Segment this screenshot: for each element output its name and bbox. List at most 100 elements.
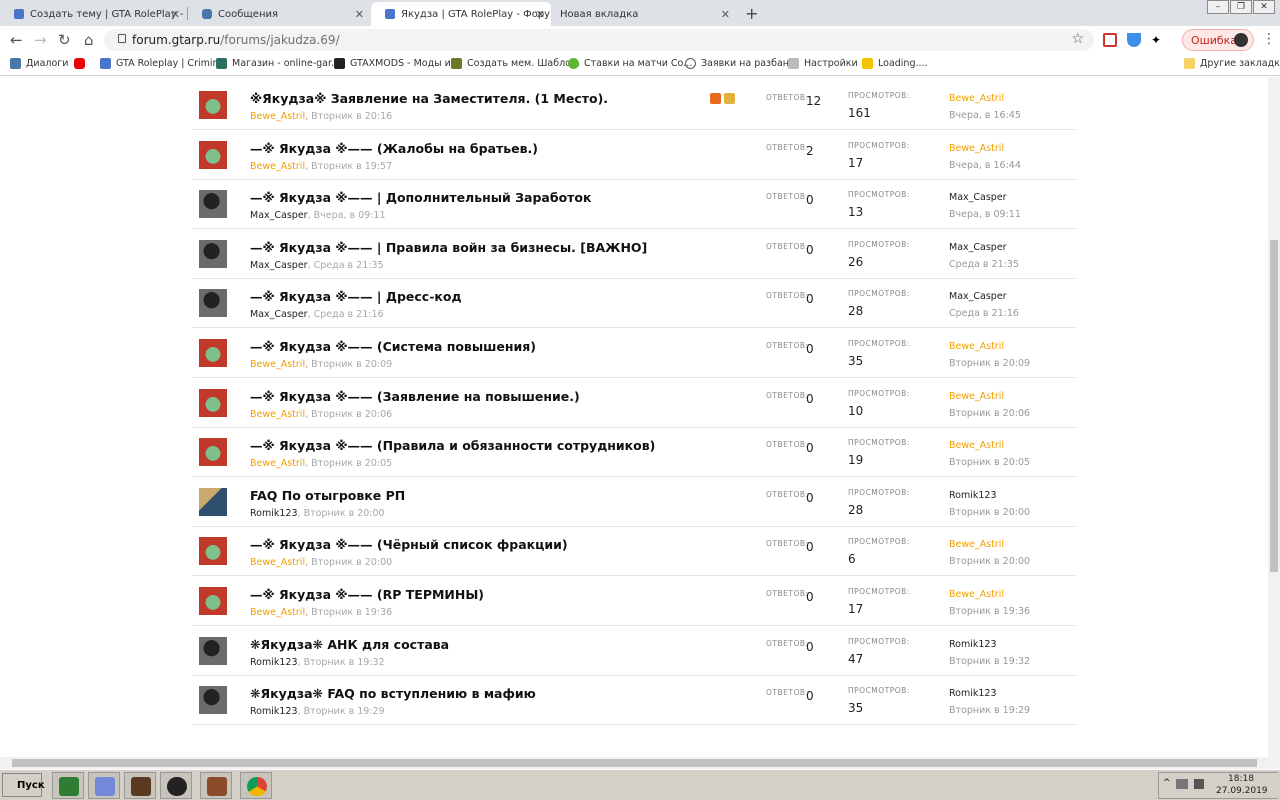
thread-author-link[interactable]: Bewe_Astril: [250, 458, 305, 469]
back-arrow-icon[interactable]: ←: [10, 31, 23, 49]
last-post-date-link[interactable]: Вторник в 20:00: [949, 507, 1030, 518]
thread-title-link[interactable]: ❋Якудза❋ FAQ по вступлению в мафию: [250, 686, 536, 701]
author-avatar[interactable]: [199, 289, 227, 318]
clock-date[interactable]: 27.09.2019: [1216, 786, 1268, 796]
start-button[interactable]: Пуск: [2, 773, 45, 797]
last-post-date-link[interactable]: Вторник в 20:06: [949, 408, 1030, 419]
profile-error-button[interactable]: Ошибка: [1182, 29, 1254, 51]
bookmark-online-shop[interactable]: Магазин - online-gar...: [216, 58, 340, 69]
volume-icon[interactable]: [1194, 779, 1204, 789]
thread-author-link[interactable]: Max_Casper: [250, 309, 308, 320]
thread-author-link[interactable]: Bewe_Astril: [250, 557, 305, 568]
last-post-date-link[interactable]: Вторник в 20:05: [949, 457, 1030, 468]
address-bar[interactable]: forum.gtarp.ru/forums/jakudza.69/ ☆: [104, 29, 1094, 51]
author-avatar[interactable]: [199, 636, 227, 665]
author-avatar[interactable]: [199, 537, 227, 566]
bookmark-unban-requests[interactable]: Заявки на разбан |: [685, 58, 795, 69]
tab-messages[interactable]: Сообщения ✕: [188, 2, 370, 26]
last-post-user-link[interactable]: Bewe_Astril: [949, 93, 1004, 104]
thread-title-link[interactable]: ※Якудза※ Заявление на Заместителя. (1 Ме…: [250, 91, 608, 106]
taskbar-app-terminal[interactable]: [52, 772, 84, 799]
maximize-window-button[interactable]: ❐: [1230, 0, 1252, 14]
last-post-user-link[interactable]: Romik123: [949, 490, 997, 501]
thread-author-link[interactable]: Romik123: [250, 508, 298, 519]
author-avatar[interactable]: [199, 91, 227, 119]
extension-puzzle-icon[interactable]: ✦: [1151, 33, 1165, 47]
author-avatar[interactable]: [199, 388, 227, 417]
thread-title-link[interactable]: FAQ По отыгровке РП: [250, 488, 405, 503]
thread-title-link[interactable]: —※ Якудза ※—— (Правила и обязанности сот…: [250, 438, 655, 453]
author-avatar[interactable]: [199, 487, 227, 516]
thread-start-date[interactable]: Вторник в 19:32: [304, 657, 385, 668]
author-avatar[interactable]: [199, 140, 227, 169]
taskbar-app-samp[interactable]: [200, 772, 232, 799]
close-window-button[interactable]: ✕: [1253, 0, 1275, 14]
thread-author-link[interactable]: Max_Casper: [250, 260, 308, 271]
last-post-user-link[interactable]: Romik123: [949, 688, 997, 699]
thread-start-date[interactable]: Вторник в 19:57: [311, 161, 392, 172]
thread-author-link[interactable]: Bewe_Astril: [250, 111, 305, 122]
thread-start-date[interactable]: Вторник в 20:05: [311, 458, 392, 469]
bookmark-gtaxmods[interactable]: GTAXMODS - Моды и...: [334, 58, 460, 69]
last-post-date-link[interactable]: Вчера, в 09:11: [949, 209, 1021, 220]
bookmark-dialogs[interactable]: Диалоги: [10, 58, 68, 69]
thread-title-link[interactable]: —※ Якудза ※—— (RP ТЕРМИНЫ): [250, 587, 484, 602]
network-icon[interactable]: [1176, 779, 1188, 789]
last-post-user-link[interactable]: Max_Casper: [949, 242, 1007, 253]
thread-author-link[interactable]: Max_Casper: [250, 210, 308, 221]
vertical-scrollbar-thumb[interactable]: [1270, 240, 1278, 572]
browser-menu-icon[interactable]: ⋮: [1262, 31, 1276, 47]
close-tab-icon[interactable]: ✕: [536, 8, 545, 21]
forward-arrow-icon[interactable]: →: [34, 31, 47, 49]
taskbar-app-chrome[interactable]: [240, 772, 272, 799]
thread-author-link[interactable]: Bewe_Astril: [250, 409, 305, 420]
thread-author-link[interactable]: Bewe_Astril: [250, 607, 305, 618]
last-post-user-link[interactable]: Bewe_Astril: [949, 539, 1004, 550]
last-post-date-link[interactable]: Вторник в 19:32: [949, 656, 1030, 667]
last-post-user-link[interactable]: Bewe_Astril: [949, 440, 1004, 451]
rss-icon[interactable]: [710, 93, 721, 104]
other-bookmarks[interactable]: Другие закладки: [1184, 58, 1280, 69]
thread-start-date[interactable]: Вторник в 20:16: [311, 111, 392, 122]
bookmark-match-bets[interactable]: Ставки на матчи Co...: [568, 58, 692, 69]
url-text[interactable]: forum.gtarp.ru/forums/jakudza.69/: [132, 33, 340, 47]
close-tab-icon[interactable]: ✕: [355, 8, 364, 21]
tray-expand-icon[interactable]: ^: [1163, 778, 1171, 788]
thread-title-link[interactable]: —※ Якудза ※—— | Дополнительный Заработок: [250, 190, 592, 205]
last-post-date-link[interactable]: Вторник в 19:36: [949, 606, 1030, 617]
tab-create-topic[interactable]: Создать тему | GTA RolePlay - Фор ✕: [0, 2, 186, 26]
thread-start-date[interactable]: Вторник в 19:29: [304, 706, 385, 717]
thread-author-link[interactable]: Romik123: [250, 657, 298, 668]
close-tab-icon[interactable]: ✕: [721, 8, 730, 21]
thread-title-link[interactable]: —※ Якудза ※—— (Жалобы на братьев.): [250, 141, 538, 156]
last-post-date-link[interactable]: Вторник в 19:29: [949, 705, 1030, 716]
home-icon[interactable]: ⌂: [84, 31, 94, 49]
thread-author-link[interactable]: Romik123: [250, 706, 298, 717]
thread-start-date[interactable]: Вчера, в 09:11: [314, 210, 386, 221]
horizontal-scrollbar[interactable]: [0, 757, 1280, 769]
vertical-scrollbar[interactable]: [1268, 77, 1280, 757]
thread-start-date[interactable]: Среда в 21:35: [314, 260, 384, 271]
tab-yakuza-forum[interactable]: Якудза | GTA RolePlay - Форум ✕: [371, 2, 551, 26]
thread-author-link[interactable]: Bewe_Astril: [250, 359, 305, 370]
thread-title-link[interactable]: —※ Якудза ※—— (Заявление на повышение.): [250, 389, 580, 404]
clock-time[interactable]: 18:18: [1228, 774, 1254, 784]
reload-icon[interactable]: ↻: [58, 31, 71, 49]
author-avatar[interactable]: [199, 190, 227, 219]
last-post-user-link[interactable]: Romik123: [949, 639, 997, 650]
author-avatar[interactable]: [199, 339, 227, 367]
thread-start-date[interactable]: Вторник в 20:00: [311, 557, 392, 568]
bookmark-gta-roleplay[interactable]: GTA Roleplay | Crimin...: [100, 58, 228, 69]
thread-title-link[interactable]: —※ Якудза ※—— | Дресс-код: [250, 289, 462, 304]
bookmark-loading[interactable]: Loading....: [862, 58, 928, 69]
bookmark-meme-creator[interactable]: Создать мем. Шабло...: [451, 58, 580, 69]
minimize-window-button[interactable]: –: [1207, 0, 1229, 14]
thread-title-link[interactable]: —※ Якудза ※—— (Чёрный список фракции): [250, 537, 568, 552]
extension-red-icon[interactable]: [1103, 33, 1117, 47]
taskbar-app-obs[interactable]: [160, 772, 192, 799]
last-post-user-link[interactable]: Max_Casper: [949, 291, 1007, 302]
last-post-user-link[interactable]: Bewe_Astril: [949, 391, 1004, 402]
thread-author-link[interactable]: Bewe_Astril: [250, 161, 305, 172]
thread-start-date[interactable]: Вторник в 19:36: [311, 607, 392, 618]
bookmark-star-icon[interactable]: ☆: [1071, 31, 1084, 47]
